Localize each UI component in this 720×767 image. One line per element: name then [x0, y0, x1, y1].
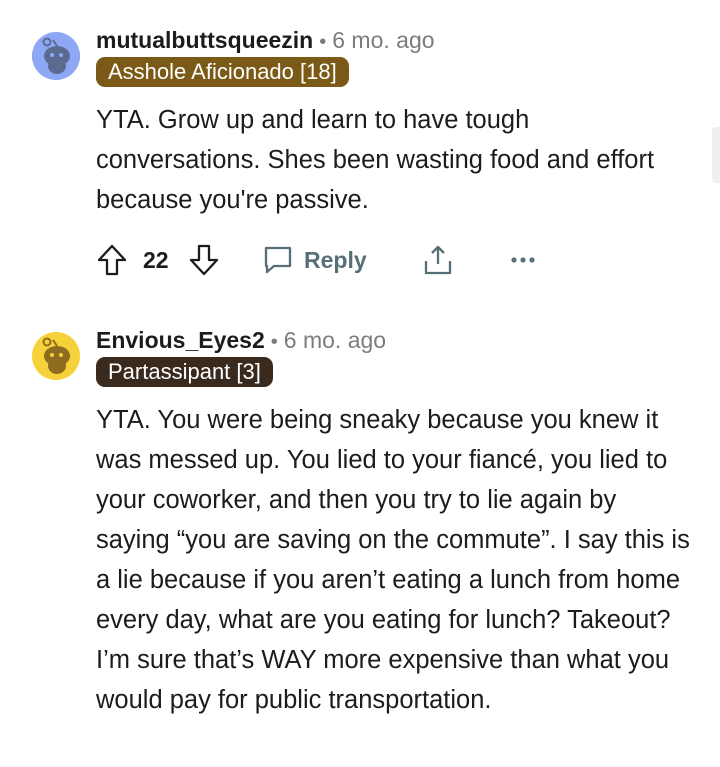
user-flair: Asshole Aficionado [18]: [96, 57, 349, 87]
upvote-arrow-icon: [97, 244, 127, 276]
comment-text: YTA. You were being sneaky because you k…: [96, 406, 690, 714]
reply-button[interactable]: Reply: [262, 240, 367, 280]
meta-separator: •: [270, 331, 278, 353]
vote-count: 22: [143, 246, 169, 273]
scrollbar-thumb[interactable]: [712, 127, 720, 183]
comment-body: YTA. You were being sneaky because you k…: [96, 400, 696, 720]
comment-meta: Envious_Eyes2 • 6 mo. ago: [96, 327, 386, 354]
snoo-avatar-icon: [32, 332, 80, 380]
share-button[interactable]: [422, 240, 454, 280]
user-flair: Partassipant [3]: [96, 357, 273, 387]
more-options-button[interactable]: [510, 240, 536, 280]
timestamp: 6 mo. ago: [332, 27, 435, 53]
username[interactable]: Envious_Eyes2: [96, 327, 265, 353]
comment-actions: 22 Reply: [96, 240, 556, 280]
comment-body: YTA. Grow up and learn to have tough con…: [96, 100, 696, 220]
share-icon: [424, 245, 452, 275]
reply-label: Reply: [304, 246, 367, 273]
user-avatar[interactable]: [32, 332, 80, 380]
timestamp: 6 mo. ago: [283, 327, 387, 353]
downvote-arrow-icon: [189, 244, 219, 276]
reply-bubble-icon: [264, 246, 292, 274]
meta-separator: •: [319, 31, 327, 53]
downvote-button[interactable]: [188, 240, 220, 280]
username[interactable]: mutualbuttsqueezin: [96, 27, 313, 53]
more-options-icon: [511, 257, 535, 263]
user-avatar[interactable]: [32, 32, 80, 80]
comment-meta: mutualbuttsqueezin • 6 mo. ago: [96, 27, 435, 54]
upvote-button[interactable]: [96, 240, 128, 280]
snoo-avatar-icon: [32, 32, 80, 80]
comment-text: YTA. Grow up and learn to have tough con…: [96, 106, 655, 214]
